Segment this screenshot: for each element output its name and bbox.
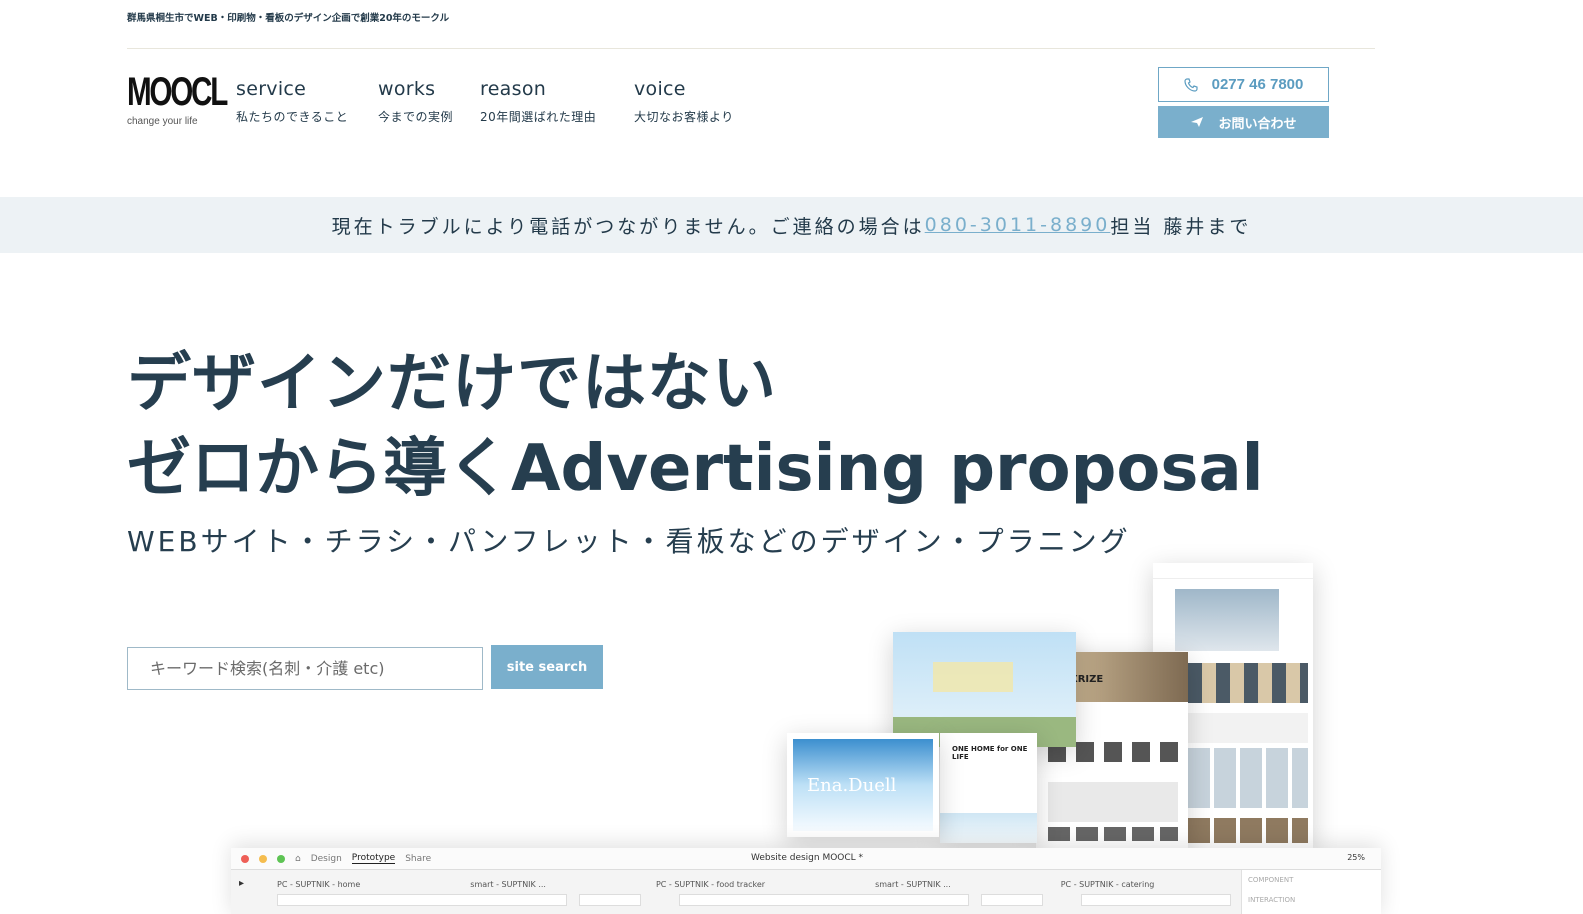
nav-reason[interactable]: reason 20年間選ばれた理由	[480, 78, 596, 125]
notice-banner: 現在トラブルにより電話がつながりません。ご連絡の場合は 080-3011-8890…	[0, 197, 1583, 253]
frame-preview	[679, 894, 969, 906]
logo[interactable]: MOOCL change your life	[127, 70, 228, 127]
nav-service[interactable]: service 私たちのできること	[236, 78, 348, 125]
nav-works[interactable]: works 今までの実例	[378, 78, 453, 125]
nav-reason-en: reason	[480, 78, 547, 100]
notice-phone-link[interactable]: 080-3011-8890	[925, 214, 1111, 236]
nav-voice-en: voice	[634, 78, 686, 100]
minimize-dot-icon	[259, 854, 267, 863]
notice-text: 現在トラブルにより電話がつながりません。ご連絡の場合は	[331, 215, 925, 238]
frame-label: PC - SUPTNIK - home	[277, 880, 361, 889]
figma-tab-prototype: Prototype	[351, 853, 396, 864]
search-input[interactable]	[127, 647, 483, 690]
panel-label: INTERACTION	[1248, 896, 1296, 904]
close-dot-icon	[241, 854, 249, 863]
contact-label: お問い合わせ	[1218, 116, 1297, 132]
frame-preview	[1081, 894, 1231, 906]
nav-voice[interactable]: voice 大切なお客様より	[634, 78, 734, 125]
mockup-ena-title: Ena.Duell	[807, 775, 897, 796]
notice-text-after: 担当 藤井まで	[1110, 215, 1252, 238]
hero-heading-line2: ゼロから導くAdvertising proposal	[127, 432, 1264, 506]
figma-tab-design: Design	[310, 853, 342, 864]
logo-subtitle: change your life	[127, 116, 198, 127]
nav-works-jp: 今までの実例	[378, 110, 454, 124]
frame-label: PC - SUPTNIK - catering	[1060, 880, 1155, 889]
figma-title: Website design MOOCL *	[751, 853, 864, 863]
nav-service-jp: 私たちのできること	[236, 110, 349, 124]
frame-label: smart - SUPTNIK ...	[470, 880, 546, 889]
frame-preview	[579, 894, 641, 906]
mockup-one-home: ONE HOME for ONE LIFE	[940, 733, 1037, 843]
phone-number: 0277 46 7800	[1211, 76, 1304, 93]
frame-label: PC - SUPTNIK - food tracker	[655, 880, 766, 889]
figma-side-panel: COMPONENT INTERACTION	[1241, 870, 1381, 914]
frame-preview	[277, 894, 567, 906]
site-search-button[interactable]: site search	[491, 645, 603, 689]
phone-icon	[1184, 77, 1198, 92]
frame-label: smart - SUPTNIK ...	[875, 880, 951, 889]
site-tagline: 群馬県桐生市でWEB・印刷物・看板のデザイン企画で創業20年のモークル	[127, 13, 450, 24]
nav-reason-jp: 20年間選ばれた理由	[480, 110, 597, 124]
cursor-tool-icon: ▸	[239, 878, 245, 889]
hero-heading-line1: デザインだけではない	[127, 347, 777, 421]
nav-voice-jp: 大切なお客様より	[634, 110, 734, 124]
maximize-dot-icon	[277, 854, 285, 863]
contact-button[interactable]: お問い合わせ	[1158, 106, 1329, 138]
mockup-ena-duell: Ena.Duell	[787, 733, 939, 837]
nav-service-en: service	[236, 78, 307, 100]
home-icon: ⌂	[295, 853, 301, 864]
figma-frame-labels: PC - SUPTNIK - home smart - SUPTNIK ... …	[277, 880, 1154, 889]
phone-button[interactable]: 0277 46 7800	[1158, 67, 1329, 102]
send-icon	[1191, 117, 1204, 127]
panel-label: COMPONENT	[1248, 876, 1294, 884]
figma-mockup: ⌂ Design Prototype Share Website design …	[231, 848, 1381, 914]
frame-preview	[981, 894, 1043, 906]
figma-zoom: 25%	[1347, 853, 1365, 862]
logo-text: MOOCL	[127, 70, 228, 114]
mockup-one-home-title: ONE HOME for ONE LIFE	[952, 745, 1028, 761]
mockup-pet-house	[893, 632, 1076, 747]
hero-subtitle: WEBサイト・チラシ・パンフレット・看板などのデザイン・プラニング	[127, 525, 1131, 558]
figma-tab-share: Share	[405, 853, 432, 864]
nav-works-en: works	[378, 78, 436, 100]
header-divider	[127, 48, 1375, 49]
